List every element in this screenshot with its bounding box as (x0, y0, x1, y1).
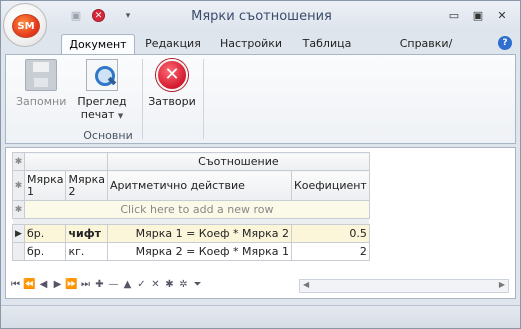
edit-icon[interactable]: ▲ (121, 279, 134, 290)
cell-coef[interactable]: 0.5 (290, 224, 370, 243)
row-indicator: ✱ (12, 152, 25, 171)
ribbon-tabs: Документ Редакция Настройки Таблица Спра… (1, 33, 520, 70)
window-close-icon[interactable]: ✕ (495, 10, 509, 22)
close-button[interactable]: ✕ Затвори (146, 59, 198, 108)
save-icon (25, 59, 57, 91)
window-title: Мярки съотношения (191, 9, 332, 24)
dropdown-arrow-icon: ▼ (117, 112, 124, 120)
preview-label-2: печат (80, 108, 115, 121)
ribbon-separator-2 (203, 59, 204, 139)
post-icon[interactable]: ✓ (135, 279, 148, 290)
next-page-icon[interactable]: ⏩ (65, 279, 78, 290)
cell-action[interactable]: Мярка 2 = Коеф * Мярка 1 (106, 242, 292, 261)
table-row[interactable]: бр. кг. Мярка 2 = Коеф * Мярка 1 2 (12, 242, 370, 261)
cell-coef[interactable]: 2 (290, 242, 370, 261)
data-grid-panel: ✱ Съотношение ✱ Мярка 1 Мярка 2 Аритмети… (5, 147, 516, 299)
group-label: Основни (83, 129, 133, 142)
scroll-left-icon[interactable]: ◀ (303, 280, 309, 289)
preview-label-1: Преглед (77, 95, 127, 108)
status-bar (1, 305, 520, 328)
table-row[interactable]: ▶ бр. чифт Мярка 1 = Коеф * Мярка 2 0.5 (12, 224, 370, 243)
group-header: Съотношение (106, 152, 370, 171)
filter-icon[interactable]: ⏷ (191, 279, 204, 290)
current-row-icon: ▶ (12, 224, 25, 243)
horizontal-scrollbar[interactable]: ◀ ▶ (299, 279, 509, 293)
title-bar: ▣ ✕ ▾ Мярки съотношения ▭ ▣ ✕ (1, 1, 520, 33)
first-page-icon[interactable]: ⏮ (9, 279, 22, 290)
tab-settings[interactable]: Настройки (215, 34, 287, 55)
cell-action[interactable]: Мярка 1 = Коеф * Мярка 2 (106, 224, 292, 243)
save-label: Запомни (16, 95, 67, 108)
maximize-icon[interactable]: ▣ (471, 10, 485, 22)
prev-record-icon[interactable]: ◀ (37, 279, 50, 290)
cell-unit2[interactable]: чифт (65, 224, 108, 243)
print-preview-button[interactable]: Преглед печат ▼ (76, 59, 128, 123)
bookmark-icon[interactable]: ✱ (163, 279, 176, 290)
append-icon[interactable]: ✚ (93, 279, 106, 290)
ribbon-separator (142, 59, 143, 139)
grid-navigator: ⏮ ⏪ ◀ ▶ ⏩ ⏭ ✚ — ▲ ✓ ✕ ✱ ✲ ⏷ (9, 279, 205, 295)
close-icon: ✕ (156, 59, 188, 91)
empty-group-header (24, 152, 108, 171)
cell-unit2[interactable]: кг. (65, 242, 108, 261)
tab-reports-scripts[interactable]: Справки/Скриптове (369, 34, 483, 70)
add-new-row[interactable]: Click here to add a new row (24, 200, 370, 219)
row-indicator (12, 242, 25, 261)
tab-table[interactable]: Таблица (295, 34, 359, 55)
minimize-icon[interactable]: ▭ (447, 10, 461, 22)
column-header-unit2[interactable]: Мярка 2 (65, 170, 108, 201)
delete-icon[interactable]: — (107, 279, 120, 290)
next-record-icon[interactable]: ▶ (51, 279, 64, 290)
scroll-right-icon[interactable]: ▶ (499, 280, 505, 289)
last-page-icon[interactable]: ⏭ (79, 279, 92, 290)
tab-document[interactable]: Документ (61, 34, 135, 55)
column-header-unit1[interactable]: Мярка 1 (23, 170, 67, 201)
row-indicator: ✱ (12, 200, 25, 219)
app-logo-icon: SM (12, 14, 40, 38)
column-header-action[interactable]: Аритметично действие (106, 170, 292, 201)
data-grid: ✱ Съотношение ✱ Мярка 1 Мярка 2 Аритмети… (12, 152, 370, 261)
prev-page-icon[interactable]: ⏪ (23, 279, 36, 290)
tab-edit[interactable]: Редакция (141, 34, 205, 55)
ribbon-panel: Запомни Преглед печат ▼ ✕ Затвори Основн… (5, 54, 516, 144)
cell-unit1[interactable]: бр. (23, 242, 67, 261)
help-icon[interactable]: ? (498, 36, 512, 50)
app-menu-button[interactable]: SM (3, 3, 47, 47)
column-header-coef[interactable]: Коефициент (290, 170, 370, 201)
close-label: Затвори (148, 95, 196, 108)
cancel-icon[interactable]: ✕ (149, 279, 162, 290)
print-preview-icon (86, 59, 118, 91)
cell-unit1[interactable]: бр. (23, 224, 67, 243)
save-button[interactable]: Запомни (16, 59, 66, 108)
goto-bookmark-icon[interactable]: ✲ (177, 279, 190, 290)
row-indicator: ✱ (12, 170, 25, 201)
window: ▣ ✕ ▾ Мярки съотношения ▭ ▣ ✕ SM Докумен… (0, 0, 521, 329)
